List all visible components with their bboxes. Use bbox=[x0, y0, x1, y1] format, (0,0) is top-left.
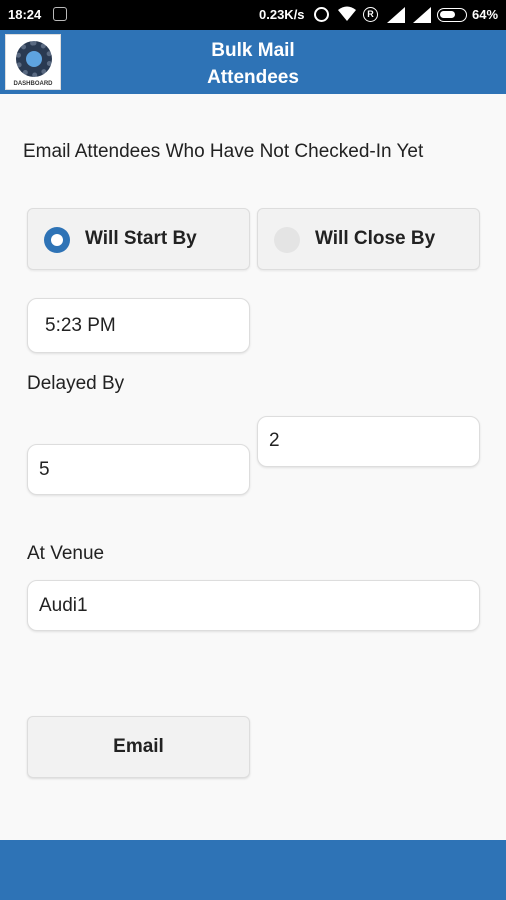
radio-selected-icon[interactable] bbox=[44, 227, 70, 253]
title-line-2: Attendees bbox=[207, 67, 299, 88]
radio-unselected-icon[interactable] bbox=[274, 227, 300, 253]
email-button[interactable]: Email bbox=[27, 716, 250, 778]
time-input[interactable]: 5:23 PM bbox=[27, 298, 250, 353]
venue-input[interactable]: Audi1 bbox=[27, 580, 480, 631]
at-venue-label: At Venue bbox=[27, 543, 105, 564]
dashboard-logo[interactable]: DASHBOARD bbox=[5, 34, 61, 90]
delay-input-1[interactable]: 5 bbox=[27, 444, 250, 495]
status-time: 18:24 bbox=[8, 7, 42, 22]
footer-bar bbox=[0, 840, 506, 900]
delayed-by-label: Delayed By bbox=[27, 373, 125, 394]
status-bar: 18:24 0.23K/s R 64% bbox=[0, 0, 506, 30]
registered-icon: R bbox=[363, 7, 378, 22]
delay-input-2[interactable]: 2 bbox=[257, 416, 480, 467]
signal-icon bbox=[413, 7, 431, 23]
option-label: Will Start By bbox=[85, 228, 197, 249]
wifi-icon bbox=[338, 6, 356, 21]
logo-text: DASHBOARD bbox=[13, 81, 53, 87]
page-title: Bulk Mail Attendees bbox=[100, 37, 406, 91]
notification-icon bbox=[53, 7, 67, 21]
title-line-1: Bulk Mail bbox=[211, 40, 295, 61]
battery-percent: 64% bbox=[472, 7, 499, 22]
option-will-start-by[interactable]: Will Start By bbox=[27, 208, 250, 270]
instruction-text: Email Attendees Who Have Not Checked-In … bbox=[23, 141, 424, 162]
gear-core bbox=[26, 51, 42, 67]
battery-icon bbox=[437, 8, 467, 22]
option-will-close-by[interactable]: Will Close By bbox=[257, 208, 480, 270]
network-speed: 0.23K/s bbox=[259, 7, 305, 22]
alarm-icon bbox=[314, 7, 329, 22]
battery-fill bbox=[440, 11, 455, 18]
signal-icon bbox=[387, 7, 405, 23]
option-label: Will Close By bbox=[315, 228, 436, 249]
app-bar: DASHBOARD Bulk Mail Attendees bbox=[0, 30, 506, 94]
